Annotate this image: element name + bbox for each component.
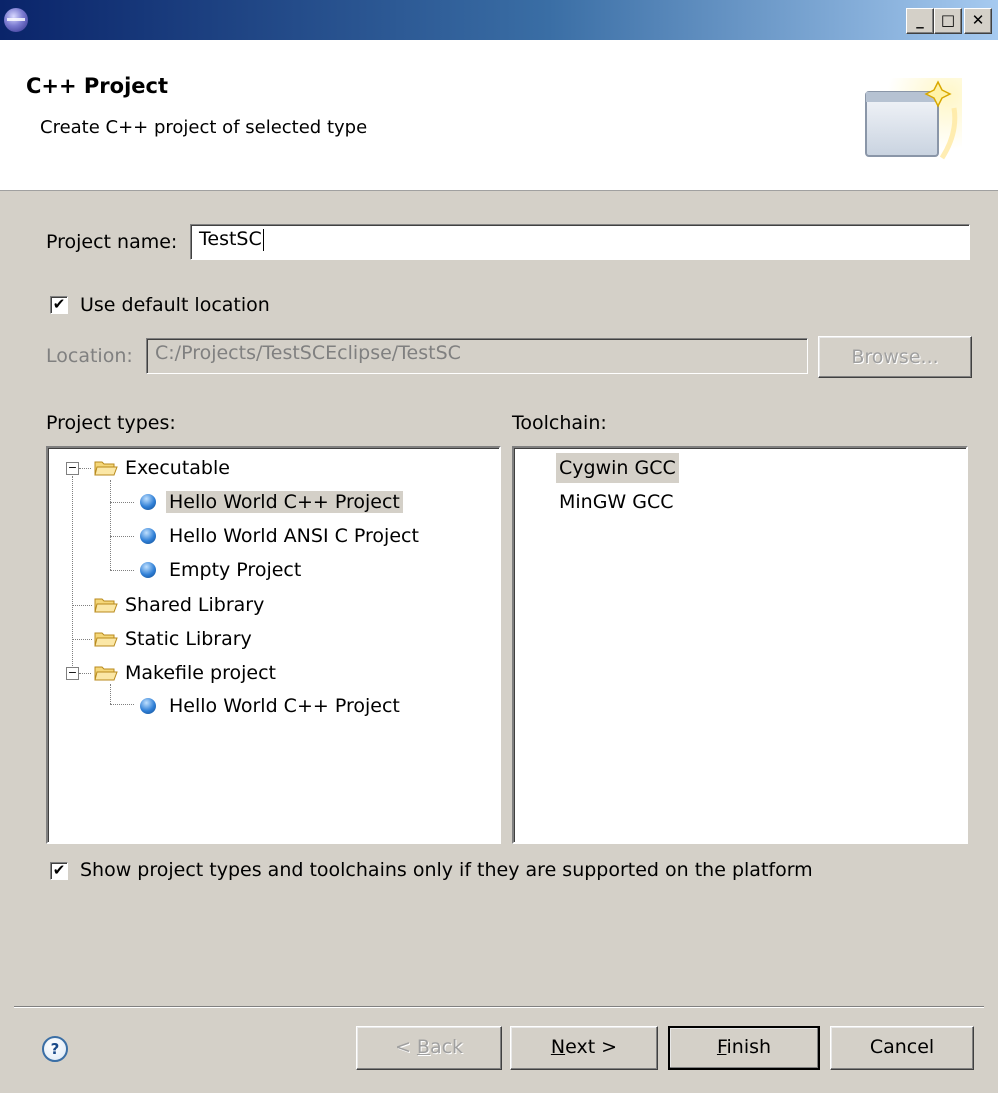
location-input[interactable]: C:/Projects/TestSCEclipse/TestSC xyxy=(146,338,808,374)
tree-item-static-library[interactable]: Static Library xyxy=(122,624,255,654)
collapse-executable-toggle[interactable]: − xyxy=(66,462,79,475)
maximize-button[interactable]: □ xyxy=(934,8,962,34)
project-template-icon xyxy=(140,562,156,578)
text-caret xyxy=(262,228,264,251)
tree-item-empty-project[interactable]: Empty Project xyxy=(166,555,304,585)
project-name-value: TestSC xyxy=(199,228,262,250)
tree-connector xyxy=(79,468,91,469)
tree-connector xyxy=(79,673,91,674)
tree-item-makefile-project[interactable]: Makefile project xyxy=(122,658,279,688)
folder-open-icon xyxy=(94,598,118,613)
tree-item-shared-library[interactable]: Shared Library xyxy=(122,590,267,620)
tree-connector xyxy=(110,684,111,704)
toolchain-label: Toolchain: xyxy=(512,412,607,434)
collapse-makefile-toggle[interactable]: − xyxy=(66,667,79,680)
tree-connector xyxy=(110,704,134,705)
tree-item-hello-world-cpp[interactable]: Hello World C++ Project xyxy=(166,487,403,517)
minimize-button[interactable]: _ xyxy=(906,8,934,34)
tree-item-makefile-hello-world-cpp[interactable]: Hello World C++ Project xyxy=(166,691,403,721)
project-name-input[interactable]: TestSC xyxy=(190,224,970,260)
title-bar[interactable] xyxy=(0,0,998,40)
tree-connector xyxy=(110,570,134,571)
tree-connector xyxy=(72,476,73,678)
cancel-button[interactable]: Cancel xyxy=(830,1026,974,1070)
page-subtitle: Create C++ project of selected type xyxy=(40,117,368,138)
finish-button[interactable]: Finish xyxy=(668,1026,820,1070)
tree-connector xyxy=(110,536,134,537)
eclipse-icon xyxy=(4,8,28,32)
folder-open-icon xyxy=(94,666,118,681)
tree-connector xyxy=(72,605,92,606)
toolchain-item-mingw[interactable]: MinGW GCC xyxy=(556,487,677,517)
project-template-icon xyxy=(140,494,156,510)
tree-item-hello-world-ansi-c[interactable]: Hello World ANSI C Project xyxy=(166,521,422,551)
show-supported-only-checkbox[interactable]: ✔ xyxy=(50,862,68,880)
next-button[interactable]: Next > xyxy=(510,1026,658,1070)
project-name-label: Project name: xyxy=(46,231,178,253)
location-label: Location: xyxy=(46,345,133,367)
toolchain-item-cygwin[interactable]: Cygwin GCC xyxy=(556,453,679,483)
project-types-label: Project types: xyxy=(46,412,176,434)
tree-item-executable[interactable]: Executable xyxy=(122,453,233,483)
project-template-icon xyxy=(140,528,156,544)
project-template-icon xyxy=(140,698,156,714)
browse-button[interactable]: Browse... xyxy=(818,336,972,378)
folder-open-icon xyxy=(94,461,118,476)
tree-connector xyxy=(110,480,111,570)
new-project-wizard-icon xyxy=(862,78,962,168)
wizard-header xyxy=(0,40,998,191)
close-button[interactable]: ✕ xyxy=(964,8,992,34)
project-types-tree[interactable]: − Executable Hello World C++ Project Hel… xyxy=(46,446,501,844)
tree-connector xyxy=(72,639,92,640)
toolchain-list[interactable]: Cygwin GCC MinGW GCC xyxy=(512,446,968,844)
use-default-location-label: Use default location xyxy=(80,294,270,316)
show-supported-only-label: Show project types and toolchains only i… xyxy=(80,859,813,881)
help-icon[interactable]: ? xyxy=(42,1036,68,1062)
folder-open-icon xyxy=(94,632,118,647)
page-title: C++ Project xyxy=(26,74,169,98)
tree-connector xyxy=(110,502,134,503)
back-button[interactable]: < Back xyxy=(356,1026,502,1070)
footer-separator xyxy=(14,1006,984,1008)
use-default-location-checkbox[interactable]: ✔ xyxy=(50,296,68,314)
